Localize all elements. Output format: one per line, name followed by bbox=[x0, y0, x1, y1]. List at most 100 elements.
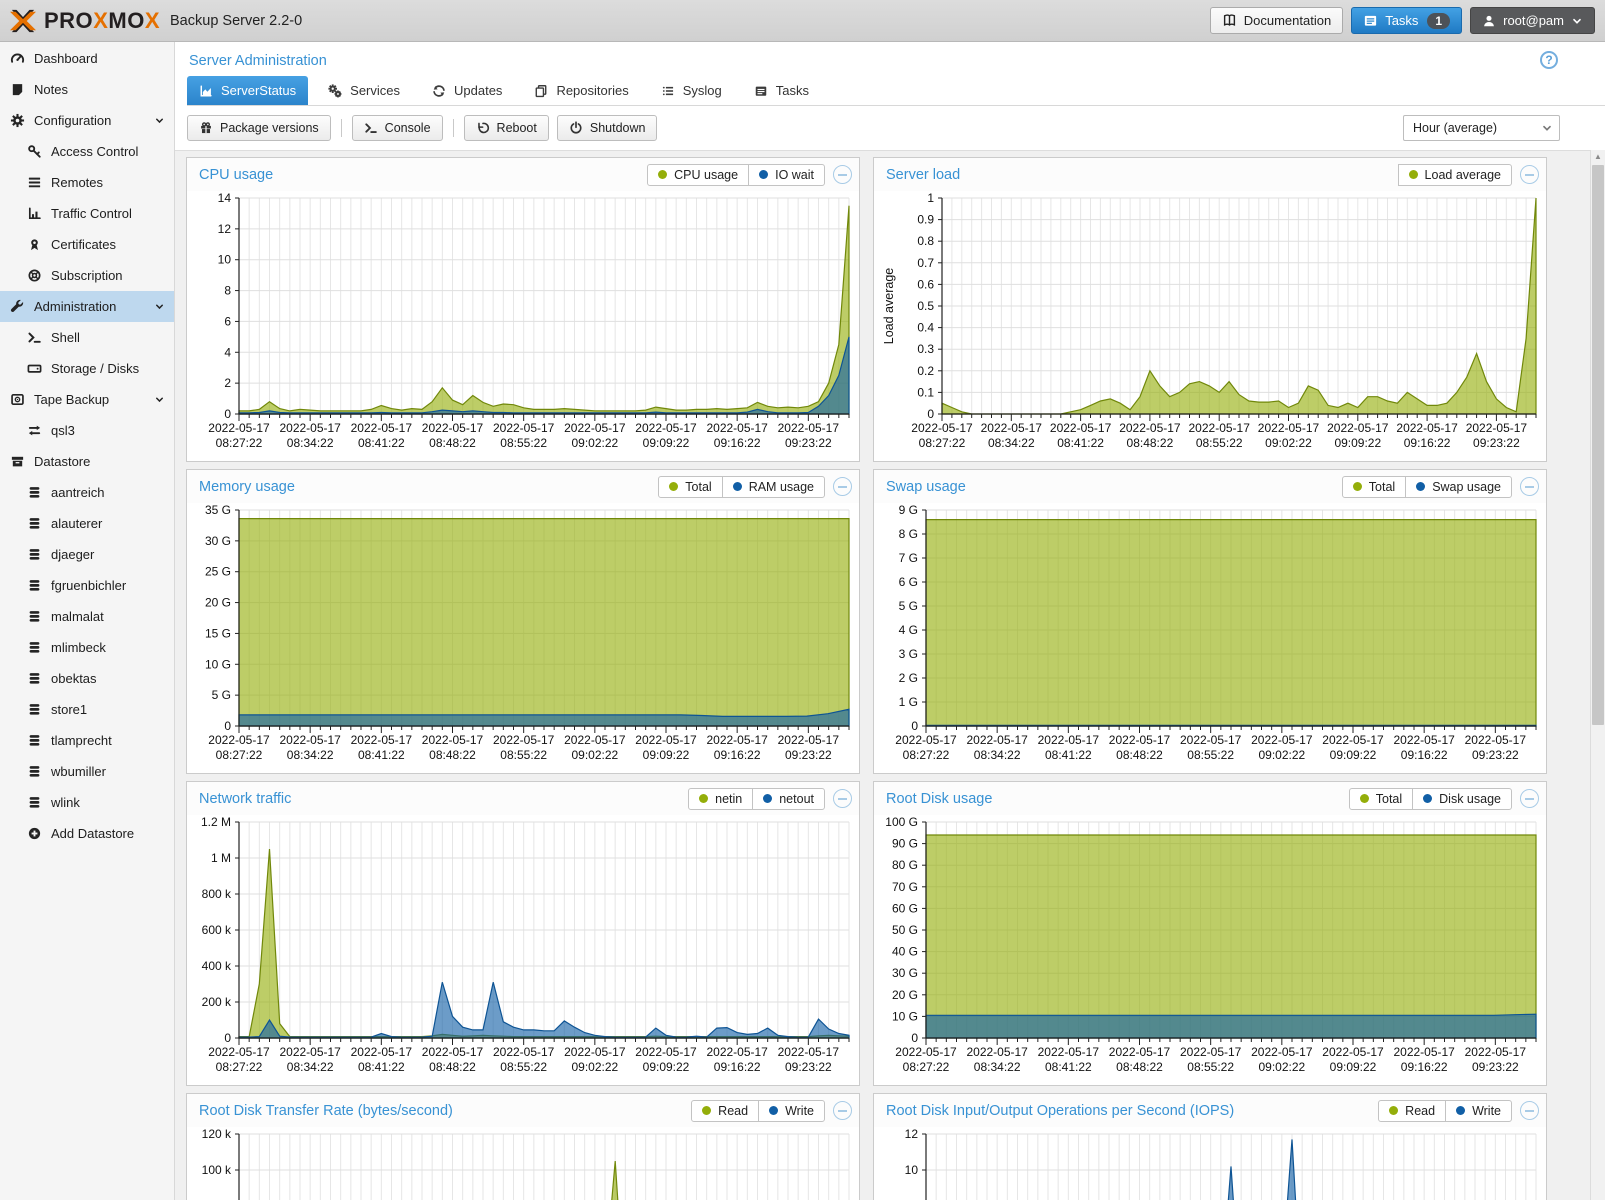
minus-circle-icon[interactable] bbox=[833, 789, 852, 808]
svg-text:08:27:22: 08:27:22 bbox=[216, 1060, 263, 1074]
sidebar-item-store1[interactable]: store1 bbox=[0, 694, 174, 725]
server-load-chart: 00.10.20.30.40.50.60.70.80.912022-05-170… bbox=[880, 192, 1540, 458]
sidebar-item-fgruenbichler[interactable]: fgruenbichler bbox=[0, 570, 174, 601]
charts-grid: CPU usageCPU usageIO wait024681012142022… bbox=[175, 150, 1590, 1200]
minus-circle-icon[interactable] bbox=[1520, 165, 1539, 184]
svg-text:09:09:22: 09:09:22 bbox=[643, 748, 690, 762]
help-icon[interactable]: ? bbox=[1540, 51, 1558, 69]
sidebar-item-wlink[interactable]: wlink bbox=[0, 787, 174, 818]
legend-dot bbox=[1456, 1106, 1465, 1115]
svg-text:08:48:22: 08:48:22 bbox=[1116, 1060, 1163, 1074]
sidebar-item-remotes[interactable]: Remotes bbox=[0, 167, 174, 198]
sidebar-item-mlimbeck[interactable]: mlimbeck bbox=[0, 632, 174, 663]
minus-circle-icon[interactable] bbox=[1520, 1101, 1539, 1120]
legend-read[interactable]: Read bbox=[691, 1100, 759, 1122]
sidebar-item-storage-disks[interactable]: Storage / Disks bbox=[0, 353, 174, 384]
chevron-down-icon[interactable] bbox=[154, 301, 165, 312]
sidebar-item-dashboard[interactable]: Dashboard bbox=[0, 43, 174, 74]
proxmox-backup-app: PROXMOX Backup Server 2.2-0 Documentatio… bbox=[0, 0, 1605, 1200]
sidebar-item-wbumiller[interactable]: wbumiller bbox=[0, 756, 174, 787]
sidebar-item-add-datastore[interactable]: Add Datastore bbox=[0, 818, 174, 849]
svg-text:2022-05-17: 2022-05-17 bbox=[1109, 1045, 1171, 1059]
tab-syslog[interactable]: Syslog bbox=[649, 76, 734, 105]
sidebar-item-alauterer[interactable]: alauterer bbox=[0, 508, 174, 539]
sidebar-item-label: fgruenbichler bbox=[51, 578, 126, 593]
console-button[interactable]: Console bbox=[352, 115, 443, 141]
sidebar-item-tlamprecht[interactable]: tlamprecht bbox=[0, 725, 174, 756]
sidebar-item-aantreich[interactable]: aantreich bbox=[0, 477, 174, 508]
legend-dot bbox=[733, 482, 742, 491]
vertical-scrollbar[interactable]: ▲ bbox=[1590, 150, 1605, 1200]
svg-text:3 G: 3 G bbox=[899, 647, 918, 661]
legend-disk-usage[interactable]: Disk usage bbox=[1412, 788, 1512, 810]
legend-io-wait[interactable]: IO wait bbox=[748, 164, 825, 186]
minus-circle-icon[interactable] bbox=[833, 1101, 852, 1120]
sidebar-item-subscription[interactable]: Subscription bbox=[0, 260, 174, 291]
legend-swap-usage[interactable]: Swap usage bbox=[1405, 476, 1512, 498]
proxmox-logo: PROXMOX bbox=[8, 8, 160, 34]
tab-repositories[interactable]: Repositories bbox=[522, 76, 640, 105]
minus-circle-icon[interactable] bbox=[1520, 477, 1539, 496]
legend-ram-usage[interactable]: RAM usage bbox=[722, 476, 825, 498]
legend-netout[interactable]: netout bbox=[752, 788, 825, 810]
sidebar-item-tape-backup[interactable]: Tape Backup bbox=[0, 384, 174, 415]
sidebar-item-label: Datastore bbox=[34, 454, 90, 469]
svg-text:08:48:22: 08:48:22 bbox=[429, 748, 476, 762]
scrollbar-thumb[interactable] bbox=[1592, 165, 1604, 725]
sidebar-item-traffic-control[interactable]: Traffic Control bbox=[0, 198, 174, 229]
legend-label: Load average bbox=[1425, 168, 1501, 182]
legend-label: Write bbox=[1472, 1104, 1501, 1118]
legend-total[interactable]: Total bbox=[1342, 476, 1406, 498]
reboot-button[interactable]: Reboot bbox=[464, 115, 549, 141]
legend-total[interactable]: Total bbox=[658, 476, 722, 498]
sidebar-item-certificates[interactable]: Certificates bbox=[0, 229, 174, 260]
legend-total[interactable]: Total bbox=[1349, 788, 1413, 810]
chevron-down-icon[interactable] bbox=[154, 394, 165, 405]
sidebar-item-datastore[interactable]: Datastore bbox=[0, 446, 174, 477]
svg-text:100 G: 100 G bbox=[885, 816, 918, 829]
legend-write[interactable]: Write bbox=[758, 1100, 825, 1122]
documentation-button[interactable]: Documentation bbox=[1210, 7, 1343, 34]
tab-tasks[interactable]: Tasks bbox=[742, 76, 821, 105]
svg-text:0.5: 0.5 bbox=[917, 299, 934, 313]
sidebar-item-label: store1 bbox=[51, 702, 87, 717]
svg-text:09:16:22: 09:16:22 bbox=[714, 1060, 761, 1074]
legend-write[interactable]: Write bbox=[1445, 1100, 1512, 1122]
sidebar-item-malmalat[interactable]: malmalat bbox=[0, 601, 174, 632]
scrollbar-up-arrow[interactable]: ▲ bbox=[1591, 152, 1605, 161]
user-menu-button[interactable]: root@pam bbox=[1470, 7, 1595, 34]
legend-load-average[interactable]: Load average bbox=[1398, 164, 1512, 186]
svg-text:2022-05-17: 2022-05-17 bbox=[493, 733, 555, 747]
sidebar-item-shell[interactable]: Shell bbox=[0, 322, 174, 353]
svg-text:09:02:22: 09:02:22 bbox=[571, 436, 618, 450]
legend-netin[interactable]: netin bbox=[688, 788, 753, 810]
sidebar-item-access-control[interactable]: Access Control bbox=[0, 136, 174, 167]
svg-text:09:23:22: 09:23:22 bbox=[1473, 436, 1520, 450]
package-versions-button[interactable]: Package versions bbox=[187, 115, 331, 141]
sidebar-item-notes[interactable]: Notes bbox=[0, 74, 174, 105]
timeframe-select[interactable]: Hour (average) bbox=[1403, 115, 1560, 141]
sidebar-item-configuration[interactable]: Configuration bbox=[0, 105, 174, 136]
legend-read[interactable]: Read bbox=[1378, 1100, 1446, 1122]
tab-serverstatus[interactable]: ServerStatus bbox=[187, 76, 308, 105]
tab-services[interactable]: Services bbox=[316, 76, 412, 105]
tasks-button[interactable]: Tasks 1 bbox=[1351, 7, 1462, 34]
svg-text:2022-05-17: 2022-05-17 bbox=[635, 1045, 697, 1059]
sidebar-item-djaeger[interactable]: djaeger bbox=[0, 539, 174, 570]
minus-circle-icon[interactable] bbox=[833, 477, 852, 496]
svg-text:08:55:22: 08:55:22 bbox=[500, 436, 547, 450]
sidebar-item-administration[interactable]: Administration bbox=[0, 291, 174, 322]
sidebar-item-obektas[interactable]: obektas bbox=[0, 663, 174, 694]
tab-updates[interactable]: Updates bbox=[420, 76, 514, 105]
sidebar-item-qsl3[interactable]: qsl3 bbox=[0, 415, 174, 446]
minus-circle-icon[interactable] bbox=[1520, 789, 1539, 808]
chevron-down-icon[interactable] bbox=[154, 115, 165, 126]
legend-cpu-usage[interactable]: CPU usage bbox=[647, 164, 749, 186]
sidebar-item-label: wbumiller bbox=[51, 764, 106, 779]
minus-circle-icon[interactable] bbox=[833, 165, 852, 184]
panel-title: Root Disk Input/Output Operations per Se… bbox=[886, 1103, 1378, 1119]
page-header: Server Administration ? bbox=[175, 42, 1605, 74]
legend-label: CPU usage bbox=[674, 168, 738, 182]
shutdown-button[interactable]: Shutdown bbox=[557, 115, 658, 141]
svg-text:0.7: 0.7 bbox=[917, 256, 934, 270]
